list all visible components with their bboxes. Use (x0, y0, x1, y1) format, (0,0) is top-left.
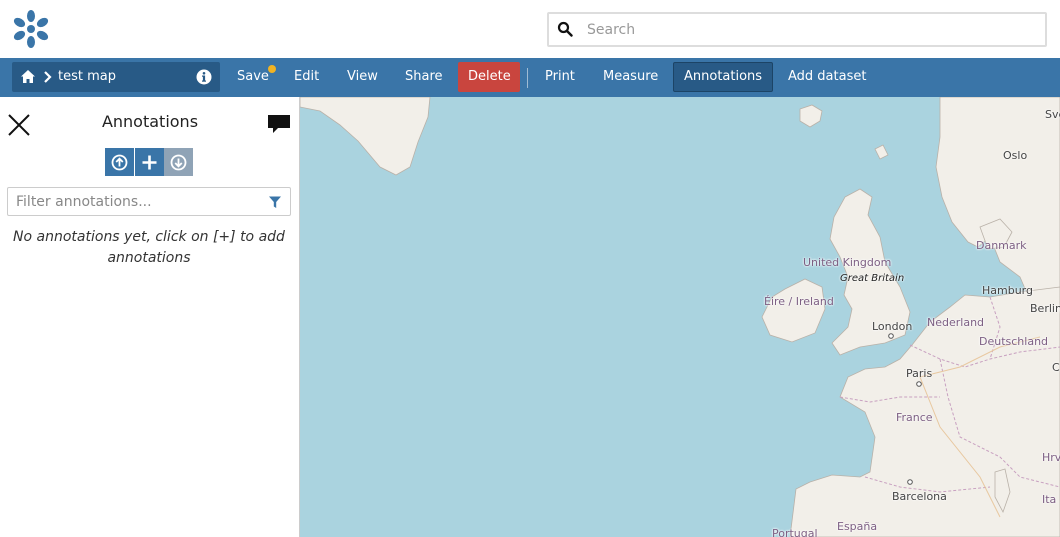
annotations-panel: Annotations No annotations yet, c (0, 97, 300, 537)
chevron-right-icon (44, 71, 52, 83)
download-annotations-button[interactable] (164, 148, 193, 176)
upload-annotations-button[interactable] (105, 148, 134, 176)
search-box[interactable] (547, 12, 1047, 47)
save-label: Save (237, 69, 269, 84)
map-label-berlin: Berlin (1030, 302, 1060, 315)
comment-icon[interactable] (266, 113, 292, 135)
map-label-paris: Paris (906, 367, 933, 380)
map-label-france: France (896, 411, 933, 424)
annotations-button[interactable]: Annotations (673, 62, 774, 92)
map-title: test map (58, 69, 116, 84)
map-label-deutschland: Deutschland (979, 335, 1049, 348)
map-canvas[interactable]: Oslo Sve Danmark United Kingdom Great Br… (300, 97, 1060, 537)
map-title-breadcrumb[interactable]: test map (12, 62, 220, 92)
measure-button[interactable]: Measure (593, 62, 668, 92)
filter-input[interactable] (16, 188, 256, 215)
unsaved-indicator (267, 65, 276, 73)
plus-icon (142, 155, 157, 170)
filter-icon[interactable] (268, 195, 282, 209)
map-label-great-britain: Great Britain (840, 273, 905, 284)
map-label-hrv: Hrv (1042, 451, 1060, 464)
search-input[interactable] (587, 14, 1027, 45)
map-label-c: C (1052, 361, 1060, 374)
map-label-united-kingdom: United Kingdom (803, 256, 892, 269)
print-button[interactable]: Print (535, 62, 585, 92)
home-icon[interactable] (20, 69, 36, 84)
annotation-filter[interactable] (7, 187, 291, 216)
map-label-oslo: Oslo (1003, 149, 1028, 162)
view-button[interactable]: View (337, 62, 388, 92)
map-label-espana: España (837, 520, 878, 533)
info-icon[interactable] (196, 69, 212, 85)
menu-bar: test map Save Edit View Share Delete Pri… (0, 58, 1060, 97)
share-button[interactable]: Share (395, 62, 453, 92)
search-icon (557, 21, 573, 37)
arrow-down-circle-icon (170, 154, 187, 171)
map-label-sve: Sve (1045, 108, 1060, 121)
panel-title: Annotations (101, 112, 199, 131)
annotation-actions (105, 148, 193, 176)
arrow-up-circle-icon (111, 154, 128, 171)
edit-button[interactable]: Edit (284, 62, 329, 92)
map-label-nederland: Nederland (927, 316, 985, 329)
delete-button[interactable]: Delete (458, 62, 520, 92)
add-annotation-button[interactable] (135, 148, 164, 176)
logo-icon[interactable] (10, 8, 52, 50)
map-label-barcelona: Barcelona (892, 490, 947, 503)
add-dataset-button[interactable]: Add dataset (778, 62, 876, 92)
empty-message: No annotations yet, click on [+] to add … (13, 229, 285, 266)
map-label-eire: Éire / Ireland (764, 295, 834, 308)
map-label-hamburg: Hamburg (982, 284, 1033, 297)
map-label-danmark: Danmark (976, 239, 1027, 252)
map-label-portugal: Portugal (772, 527, 818, 537)
map-label-london: London (872, 320, 913, 333)
top-bar (0, 0, 1060, 58)
save-button[interactable]: Save (227, 62, 279, 92)
menu-divider (527, 68, 528, 88)
map-label-ita: Ita (1042, 493, 1057, 506)
